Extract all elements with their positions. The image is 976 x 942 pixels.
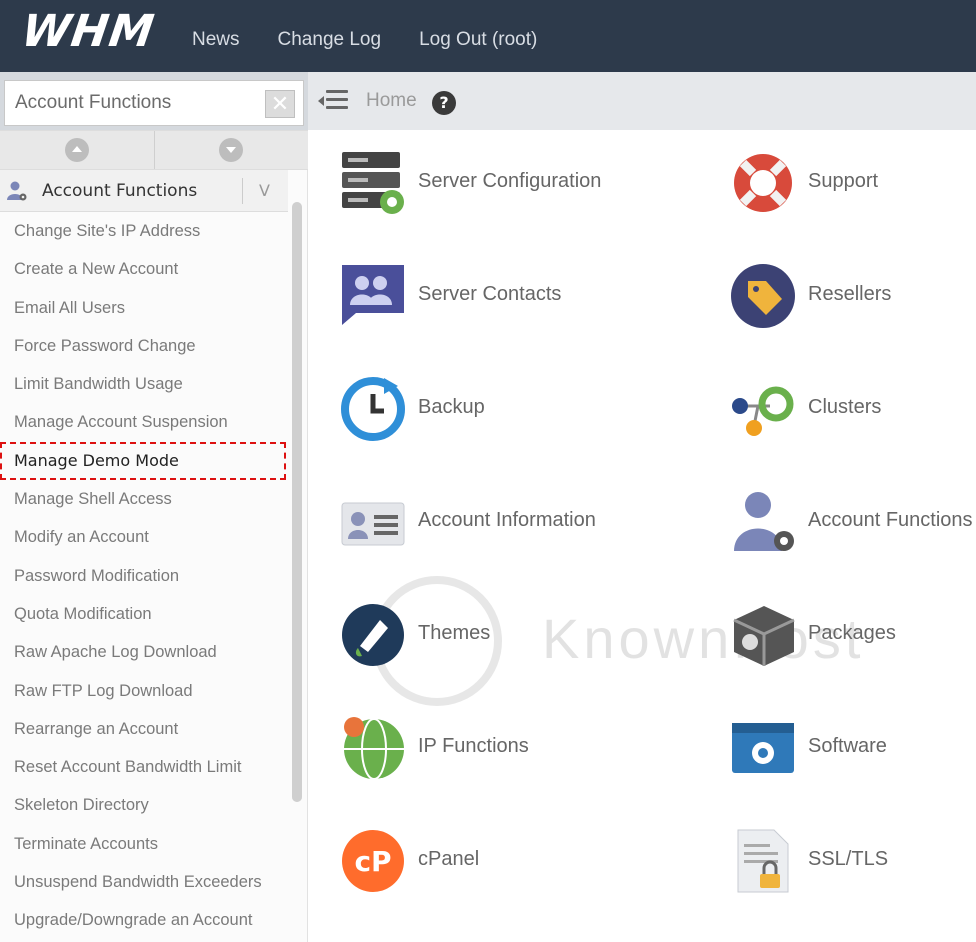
clear-search-button[interactable]: ✕: [265, 90, 295, 118]
sidebar-menu-item[interactable]: Change Site's IP Address: [0, 212, 288, 250]
grid-item-account-functions[interactable]: Account Functions: [730, 489, 976, 559]
search-value: Account Functions: [15, 92, 172, 113]
grid-label: Server Contacts: [418, 283, 562, 305]
sidebar-menu-item[interactable]: Manage Demo Mode: [0, 441, 286, 481]
section-toggle-button[interactable]: V: [242, 178, 286, 204]
sidebar-menu-item[interactable]: Manage Account Suspension: [0, 403, 288, 441]
grid-item-software[interactable]: Software: [730, 715, 976, 785]
grid-item-cpanel[interactable]: cP cPanel: [340, 828, 670, 898]
tag-icon: [731, 264, 795, 328]
grid-label: Software: [808, 735, 887, 757]
nav-changelog-link[interactable]: Change Log: [278, 29, 382, 51]
sidebar-scrollbar[interactable]: [292, 202, 302, 802]
sidebar-menu-item[interactable]: Create a New Account: [0, 250, 288, 288]
collapse-expand-bar: [0, 130, 308, 170]
search-input[interactable]: Account Functions ✕: [4, 80, 304, 126]
sidebar-menu-item[interactable]: Limit Bandwidth Usage: [0, 365, 288, 403]
whm-logo[interactable]: WHM: [18, 6, 157, 57]
breadcrumb-home-link[interactable]: Home: [366, 90, 417, 112]
grid-item-server-contacts[interactable]: Server Contacts: [340, 263, 670, 333]
grid-item-support[interactable]: Support: [730, 150, 976, 220]
sidebar-menu-item[interactable]: Skeleton Directory: [0, 786, 288, 824]
sidebar-menu-item[interactable]: Modify an Account: [0, 518, 288, 556]
menu-toggle-icon[interactable]: [318, 90, 348, 112]
grid-label: SSL/TLS: [808, 848, 889, 870]
package-icon: [733, 606, 795, 666]
chevron-down-icon: [219, 138, 244, 162]
search-bar: Account Functions ✕: [0, 72, 308, 130]
certificate-lock-icon: [737, 829, 789, 893]
sidebar-menu-item[interactable]: Force Password Change: [0, 327, 288, 365]
help-icon[interactable]: ?: [432, 91, 456, 115]
grid-label: Clusters: [808, 396, 882, 418]
scrollbar-thumb[interactable]: [292, 202, 302, 802]
backup-clock-icon: [341, 377, 405, 441]
grid-item-ssl-tls[interactable]: SSL/TLS: [730, 828, 976, 898]
sidebar-menu-item[interactable]: Rearrange an Account: [0, 710, 288, 748]
contacts-icon: [342, 265, 404, 325]
software-window-icon: [732, 723, 794, 773]
sidebar-menu-item[interactable]: Raw Apache Log Download: [0, 633, 288, 671]
grid-label: IP Functions: [418, 735, 529, 757]
sidebar-menu-item[interactable]: Email All Users: [0, 289, 288, 327]
sidebar-menu-item[interactable]: Unsuspend Bandwidth Exceeders: [0, 863, 288, 901]
paint-brush-icon: [342, 604, 404, 666]
clusters-icon: [732, 386, 794, 436]
grid-label: cPanel: [418, 848, 480, 870]
id-card-icon: [341, 502, 405, 546]
user-gear-icon: [7, 181, 27, 201]
globe-icon: [344, 717, 404, 780]
grid-label: Server Configuration: [418, 170, 602, 192]
grid-label: Support: [808, 170, 879, 192]
grid-label: Themes: [418, 622, 491, 644]
grid-item-account-information[interactable]: Account Information: [340, 489, 670, 559]
grid-label: Packages: [808, 622, 896, 644]
grid-item-resellers[interactable]: Resellers: [730, 263, 976, 333]
expand-all-button[interactable]: [155, 131, 309, 169]
grid-label: Resellers: [808, 283, 892, 305]
collapse-all-button[interactable]: [0, 131, 155, 169]
grid-item-themes[interactable]: Themes: [340, 602, 670, 672]
nav-news-link[interactable]: News: [192, 29, 240, 51]
sidebar: Account Functions ✕ Account Functions V …: [0, 72, 308, 942]
sidebar-menu-item[interactable]: Terminate Accounts: [0, 825, 288, 863]
server-gear-icon: [342, 152, 404, 214]
grid-item-clusters[interactable]: Clusters: [730, 376, 976, 446]
section-header-account-functions[interactable]: Account Functions V: [0, 170, 288, 212]
lifebuoy-icon: [734, 154, 792, 212]
grid-label: Backup: [418, 396, 485, 418]
grid-item-packages[interactable]: Packages: [730, 602, 976, 672]
top-nav: News Change Log Log Out (root): [192, 29, 537, 51]
sidebar-menu-item[interactable]: Reset Account Bandwidth Limit: [0, 748, 288, 786]
sidebar-menu-item[interactable]: Raw FTP Log Download: [0, 672, 288, 710]
sidebar-menu-item[interactable]: Password Modification: [0, 557, 288, 595]
chevron-up-icon: [64, 138, 89, 162]
user-gear-icon: [734, 492, 794, 551]
cpanel-icon: cP: [342, 830, 404, 892]
svg-text:cP: cP: [354, 845, 391, 878]
grid-item-ip-functions[interactable]: IP Functions: [340, 715, 670, 785]
grid-item-server-configuration[interactable]: Server Configuration: [340, 150, 670, 220]
grid-label: Account Information: [418, 509, 596, 531]
nav-logout-link[interactable]: Log Out (root): [419, 29, 537, 51]
breadcrumb: Home ?: [308, 72, 976, 130]
grid-item-backup[interactable]: Backup: [340, 376, 670, 446]
section-label: Account Functions: [42, 181, 198, 201]
sidebar-menu-item[interactable]: Upgrade/Downgrade an Account: [0, 901, 288, 939]
sidebar-menu-item[interactable]: Manage Shell Access: [0, 480, 288, 518]
grid-label: Account Functions: [808, 509, 973, 531]
top-bar: WHM News Change Log Log Out (root): [0, 0, 976, 72]
account-functions-menu: Change Site's IP Address Create a New Acc…: [0, 212, 288, 940]
sidebar-menu-item[interactable]: Quota Modification: [0, 595, 288, 633]
